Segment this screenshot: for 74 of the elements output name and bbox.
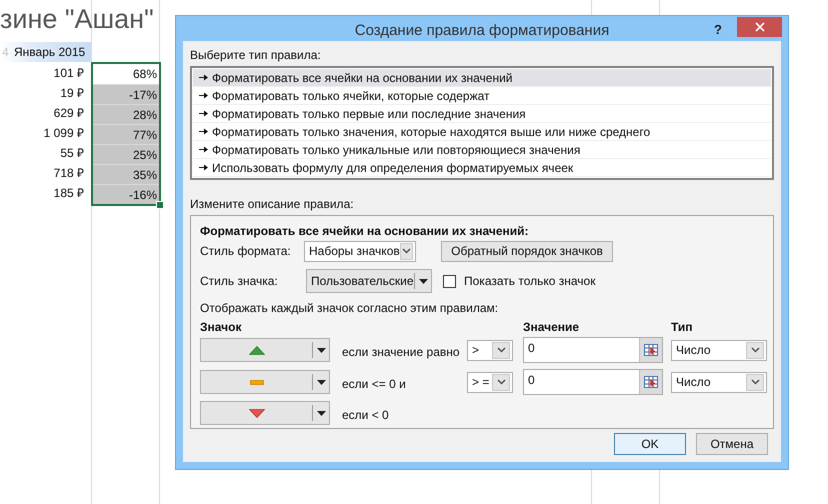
rule-type-item[interactable]: Использовать формулу для определения форматируемых ячеек xyxy=(193,159,771,177)
header-text: Январь 2015 xyxy=(14,45,86,59)
rule-type-item[interactable]: Форматировать все ячейки на основании их значений xyxy=(193,69,771,87)
grid-icon xyxy=(644,344,658,356)
field-label: Стиль формата: xyxy=(200,244,292,258)
condition-label: если значение равно xyxy=(342,344,461,358)
caret-icon xyxy=(316,348,326,352)
reverse-order-button[interactable]: Обратный порядок значков xyxy=(441,240,613,262)
table-cell-text: 55 ₽ xyxy=(59,145,85,162)
table-cell-text: 1 099 ₽ xyxy=(42,125,85,142)
arrow-icon xyxy=(199,92,208,99)
chevron-icon xyxy=(750,347,760,353)
column-header: Тип xyxy=(671,320,694,334)
icon-style-dropdown[interactable]: Пользовательские xyxy=(306,269,432,293)
chevron-icon xyxy=(496,347,506,353)
selection-range[interactable]: 68% -17% 28% 77% 25% 35% -16% xyxy=(91,62,161,206)
checkbox-label: Показать только значок xyxy=(464,274,596,288)
condition-label: если < 0 xyxy=(342,406,390,422)
value-field[interactable]: 0 xyxy=(523,337,663,363)
caret-icon xyxy=(418,278,428,284)
rule-type-item[interactable]: Форматировать только уникальные или повторяющиеся значения xyxy=(193,141,771,159)
rules-caption: Отображать каждый значок согласно этим правилам: xyxy=(200,300,500,316)
caret-icon xyxy=(316,410,326,416)
help-button[interactable]: ? xyxy=(711,22,725,37)
close-icon xyxy=(754,22,764,32)
caret-icon xyxy=(316,380,326,384)
section-label: Измените описание правила: xyxy=(190,196,355,213)
rule-heading: Форматировать все ячейки на основании их значений: xyxy=(200,224,530,239)
table-cell-text: 101 ₽ xyxy=(52,65,85,82)
arrow-icon xyxy=(199,146,208,153)
window-title: Создание правила форматирования xyxy=(354,21,610,39)
operator-dropdown[interactable]: > = xyxy=(467,372,513,392)
icon-dropdown[interactable] xyxy=(200,401,330,425)
rule-type-item[interactable]: Форматировать только первые или последние значения xyxy=(193,105,771,123)
chevron-icon xyxy=(496,379,506,385)
cancel-button[interactable]: Отмена xyxy=(696,433,768,455)
format-style-dropdown[interactable]: Наборы значков xyxy=(304,240,416,262)
rule-type-item[interactable]: Форматировать только ячейки, которые содержат xyxy=(193,87,771,105)
type-dropdown[interactable]: Число xyxy=(671,372,767,392)
column-header: Значение xyxy=(523,320,580,334)
rule-type-item[interactable]: Форматировать только значения, которые находятся выше или ниже среднего xyxy=(193,123,771,141)
arrow-icon xyxy=(199,164,208,171)
ok-button[interactable]: OK xyxy=(614,433,686,455)
value-field[interactable]: 0 xyxy=(523,369,663,395)
chevron-icon xyxy=(750,379,760,385)
table-cell[interactable]: -16% xyxy=(93,184,159,204)
fill-handle[interactable] xyxy=(156,201,164,209)
condition-label: если <= 0 и xyxy=(342,376,407,390)
table-cell[interactable]: 28% xyxy=(93,104,159,124)
checkbox[interactable] xyxy=(443,274,456,288)
close-button[interactable] xyxy=(737,17,782,37)
icon-dropdown[interactable] xyxy=(200,338,330,362)
arrow-icon xyxy=(199,74,208,81)
table-cell-text: 629 ₽ xyxy=(52,105,85,122)
table-cell-text: 185 ₽ xyxy=(52,185,85,202)
table-cell[interactable]: -17% xyxy=(93,84,159,104)
row-label: 4 xyxy=(1,45,10,59)
arrow-icon xyxy=(199,128,208,135)
operator-dropdown[interactable]: > xyxy=(467,340,513,360)
sheet-title: зине "Ашан" xyxy=(0,3,154,36)
chevron-icon xyxy=(402,248,411,254)
table-cell[interactable]: 77% xyxy=(93,124,159,144)
table-cell[interactable]: 35% xyxy=(93,164,159,184)
column-header: Значок xyxy=(200,320,242,334)
table-cell-text: 19 ₽ xyxy=(59,85,85,102)
grid-icon xyxy=(644,376,658,388)
field-label: Стиль значка: xyxy=(200,274,279,288)
table-cell-text: 718 ₽ xyxy=(52,165,85,182)
table-cell[interactable]: 25% xyxy=(93,144,159,164)
type-dropdown[interactable]: Число xyxy=(671,340,767,360)
arrow-icon xyxy=(199,110,208,117)
section-label: Выберите тип правила: xyxy=(190,47,322,64)
range-picker-button[interactable] xyxy=(639,338,662,362)
range-picker-button[interactable] xyxy=(639,370,662,394)
